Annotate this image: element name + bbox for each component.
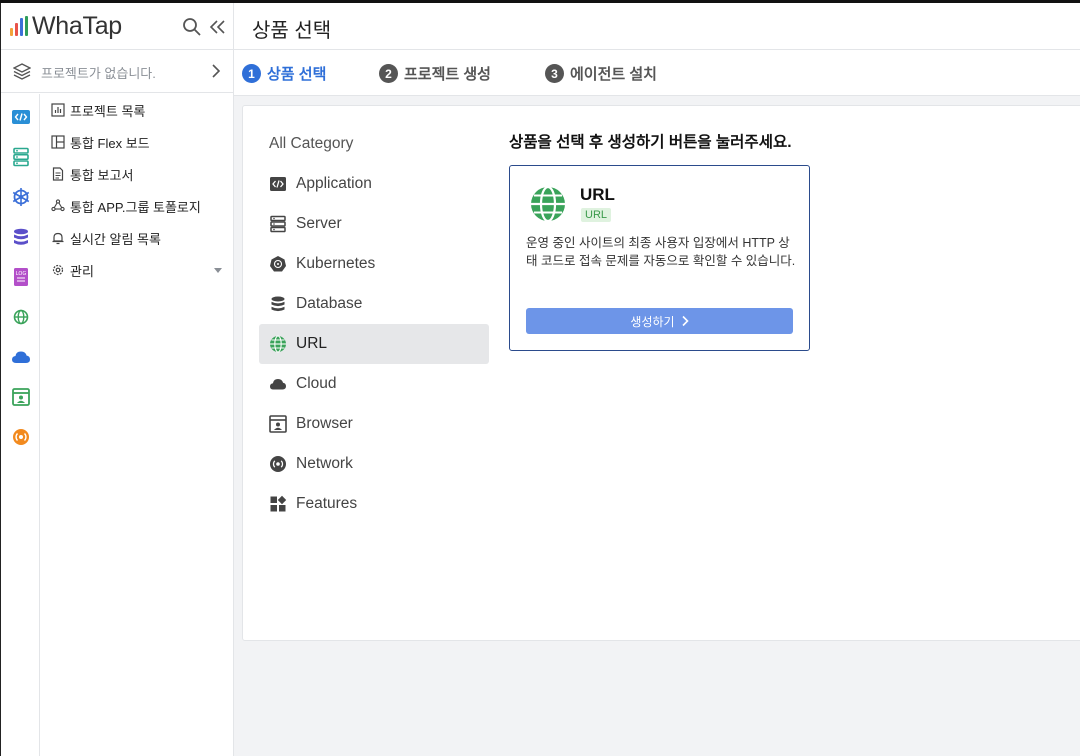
menu-item-flex-board[interactable]: 통합 Flex 보드 [41, 126, 234, 158]
url-icon[interactable] [11, 307, 31, 327]
category-label: URL [296, 335, 328, 352]
logo-row: WhaTap [1, 3, 233, 50]
sidebar-menu: 프로젝트 목록 통합 Flex 보드 통합 보고서 통합 APP.그룹 토폴로지… [41, 94, 234, 286]
board-icon [51, 135, 65, 149]
step-number: 2 [379, 64, 398, 83]
browser-icon [269, 415, 287, 433]
menu-item-label: 프로젝트 목록 [70, 103, 146, 119]
globe-icon [531, 186, 565, 222]
menu-item-topology[interactable]: 통합 APP.그룹 토폴로지 [41, 190, 234, 222]
menu-item-label: 통합 보고서 [70, 167, 134, 183]
logo-text: WhaTap [32, 12, 122, 40]
product-panel: All Category Application Server Kubernet… [242, 105, 1080, 641]
step-install-agent[interactable]: 3 에이전트 설치 [545, 63, 657, 84]
create-button[interactable]: 생성하기 [526, 308, 793, 334]
step-create-project[interactable]: 2 프로젝트 생성 [379, 63, 491, 84]
database-icon[interactable] [11, 227, 31, 247]
logo[interactable]: WhaTap [10, 12, 122, 40]
category-server[interactable]: Server [259, 204, 489, 244]
page-header: 상품 선택 [234, 3, 1080, 50]
product-card-url[interactable]: URL URL 운영 중인 사이트의 최종 사용자 입장에서 HTTP 상태 코… [509, 165, 810, 351]
category-features[interactable]: Features [259, 484, 489, 524]
kubernetes-icon [270, 256, 286, 272]
card-badge: URL [581, 208, 612, 222]
sidebar: WhaTap 프로젝트가 없습니다. LOG 프로젝트 목록 통합 Flex 보… [1, 3, 234, 756]
layers-icon [13, 63, 31, 80]
category-label: Cloud [296, 375, 337, 392]
menu-item-label: 실시간 알림 목록 [70, 231, 161, 247]
menu-item-alerts[interactable]: 실시간 알림 목록 [41, 222, 234, 254]
main-area: 상품 선택 1 상품 선택 2 프로젝트 생성 3 에이전트 설치 All Ca… [234, 3, 1080, 756]
gear-icon [52, 264, 64, 276]
chevron-right-icon [682, 315, 689, 327]
product-content: 상품을 선택 후 생성하기 버튼을 눌러주세요. URL URL 운영 중인 사… [509, 130, 810, 351]
category-cloud[interactable]: Cloud [259, 364, 489, 404]
instruction-text: 상품을 선택 후 생성하기 버튼을 눌러주세요. [509, 134, 792, 151]
category-browser[interactable]: Browser [259, 404, 489, 444]
server-icon[interactable] [11, 147, 31, 167]
svg-text:LOG: LOG [16, 271, 27, 277]
log-icon[interactable]: LOG [11, 267, 31, 287]
globe-icon [270, 335, 286, 353]
menu-item-admin[interactable]: 관리 [41, 254, 234, 286]
application-icon [270, 177, 286, 191]
category-label: Browser [296, 415, 353, 432]
product-rail: LOG [1, 94, 40, 756]
kubernetes-icon[interactable] [11, 187, 31, 207]
menu-item-project-list[interactable]: 프로젝트 목록 [41, 94, 234, 126]
bell-icon [52, 232, 64, 245]
category-database[interactable]: Database [259, 284, 489, 324]
category-kubernetes[interactable]: Kubernetes [259, 244, 489, 284]
chevron-right-icon [212, 64, 221, 78]
category-network[interactable]: Network [259, 444, 489, 484]
cloud-icon[interactable] [11, 347, 31, 367]
cloud-icon [270, 379, 286, 390]
category-list: All Category Application Server Kubernet… [259, 124, 489, 524]
step-number: 3 [545, 64, 564, 83]
category-label: Application [296, 175, 372, 192]
logo-bars-icon [10, 16, 28, 36]
step-select-product[interactable]: 1 상품 선택 [242, 63, 326, 84]
category-label: Network [296, 455, 353, 472]
network-icon[interactable] [11, 427, 31, 447]
menu-item-label: 통합 APP.그룹 토폴로지 [70, 199, 201, 215]
menu-item-label: 통합 Flex 보드 [70, 135, 150, 151]
search-icon[interactable] [182, 17, 202, 37]
category-label: Features [296, 495, 358, 512]
network-icon [270, 456, 286, 472]
browser-icon[interactable] [11, 387, 31, 407]
menu-item-report[interactable]: 통합 보고서 [41, 158, 234, 190]
chart-icon [51, 103, 65, 117]
category-label: Kubernetes [296, 255, 376, 272]
server-icon [270, 215, 286, 233]
database-icon [271, 296, 285, 312]
menu-item-label: 관리 [70, 263, 94, 279]
step-label: 상품 선택 [267, 66, 327, 83]
report-icon [52, 167, 64, 181]
double-chevron-left-icon[interactable] [208, 17, 226, 37]
application-icon[interactable] [11, 107, 31, 127]
caret-down-icon[interactable] [214, 268, 222, 273]
card-title: URL [580, 185, 615, 204]
category-url[interactable]: URL [259, 324, 489, 364]
step-indicator: 1 상품 선택 2 프로젝트 생성 3 에이전트 설치 [234, 50, 1080, 96]
create-button-label: 생성하기 [630, 314, 675, 329]
features-icon [270, 495, 287, 512]
category-label: Database [296, 295, 363, 312]
step-label: 에이전트 설치 [570, 66, 657, 83]
category-label: Server [296, 215, 342, 232]
topology-icon [51, 199, 65, 212]
category-application[interactable]: Application [259, 164, 489, 204]
project-selector[interactable]: 프로젝트가 없습니다. [1, 50, 233, 93]
step-label: 프로젝트 생성 [404, 66, 491, 83]
card-description: 운영 중인 사이트의 최종 사용자 입장에서 HTTP 상태 코드로 접속 문제… [526, 236, 796, 268]
category-all[interactable]: All Category [259, 124, 489, 164]
step-number: 1 [242, 64, 261, 83]
project-placeholder: 프로젝트가 없습니다. [41, 66, 156, 81]
page-title: 상품 선택 [252, 20, 332, 42]
